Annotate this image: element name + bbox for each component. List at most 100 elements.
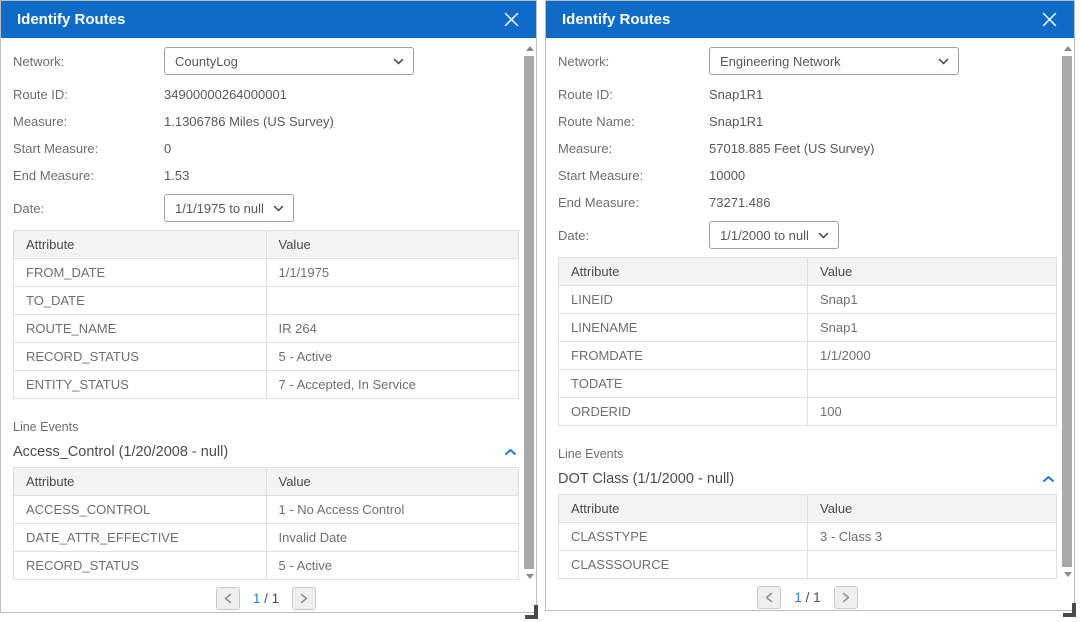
- field-label-start-measure: Start Measure:: [558, 168, 709, 183]
- chevron-down-icon: [818, 232, 829, 239]
- field-label-route-name: Route Name:: [558, 114, 709, 129]
- attribute-cell: TO_DATE: [14, 287, 267, 315]
- attribute-cell: RECORD_STATUS: [14, 343, 267, 371]
- value-cell: Snap1: [808, 314, 1057, 342]
- field-label-date: Date:: [558, 228, 709, 243]
- table-row: RECORD_STATUS5 - Active: [14, 552, 519, 580]
- value-cell: [808, 370, 1057, 398]
- value-cell: IR 264: [266, 315, 519, 343]
- collapse-button[interactable]: [502, 446, 519, 458]
- field-value-route-id: 34900000264000001: [164, 87, 287, 102]
- dialog-content: Network:CountyLogRoute ID:34900000264000…: [1, 38, 536, 610]
- scroll-down-icon[interactable]: [1064, 572, 1072, 577]
- column-header: Attribute: [14, 231, 267, 259]
- scrollbar-thumb[interactable]: [524, 56, 534, 569]
- column-header: Attribute: [559, 495, 808, 523]
- collapse-button[interactable]: [1040, 473, 1057, 485]
- table-row: TODATE: [559, 370, 1057, 398]
- column-header: Attribute: [14, 468, 267, 496]
- chevron-up-icon: [1042, 475, 1055, 483]
- value-cell: [808, 551, 1057, 579]
- value-cell: 3 - Class 3: [808, 523, 1057, 551]
- scroll-down-icon[interactable]: [526, 574, 534, 579]
- field-row-network: Network:Engineering Network: [558, 47, 1057, 75]
- table-row: CLASSTYPE3 - Class 3: [559, 523, 1057, 551]
- dialog-title-bar[interactable]: Identify Routes: [546, 1, 1074, 38]
- table-row: CLASSSOURCE: [559, 551, 1057, 579]
- field-row-route-name: Route Name:Snap1R1: [558, 108, 1057, 135]
- resize-handle[interactable]: [1063, 603, 1076, 617]
- attribute-cell: ORDERID: [559, 398, 808, 426]
- table-row: FROM_DATE1/1/1975: [14, 259, 519, 287]
- table-row: ACCESS_CONTROL1 - No Access Control: [14, 496, 519, 524]
- scrollbar-thumb[interactable]: [1062, 56, 1072, 567]
- field-label-network: Network:: [13, 54, 164, 69]
- field-label-network: Network:: [558, 54, 709, 69]
- pagination: 1 / 1: [558, 586, 1057, 609]
- field-label-date: Date:: [13, 201, 164, 216]
- field-value-measure: 57018.885 Feet (US Survey): [709, 141, 874, 156]
- dialog-title-bar[interactable]: Identify Routes: [1, 1, 536, 38]
- table-row: TO_DATE: [14, 287, 519, 315]
- table-row: FROMDATE1/1/2000: [559, 342, 1057, 370]
- attribute-cell: LINEID: [559, 286, 808, 314]
- network-select[interactable]: CountyLog: [164, 47, 414, 75]
- table-header-row: AttributeValue: [14, 468, 519, 496]
- resize-handle[interactable]: [525, 605, 538, 619]
- network-select[interactable]: Engineering Network: [709, 47, 959, 75]
- scroll-up-icon[interactable]: [1064, 46, 1072, 51]
- table-row: ROUTE_NAMEIR 264: [14, 315, 519, 343]
- previous-page-button[interactable]: [216, 587, 240, 610]
- page-indicator: 1 / 1: [253, 591, 279, 606]
- field-label-end-measure: End Measure:: [13, 168, 164, 183]
- value-cell: 100: [808, 398, 1057, 426]
- field-label-end-measure: End Measure:: [558, 195, 709, 210]
- scrollbar[interactable]: [1062, 41, 1073, 580]
- line-event-section-header: DOT Class (1/1/2000 - null): [558, 470, 1057, 488]
- field-value-end-measure: 73271.486: [709, 195, 770, 210]
- field-value-measure: 1.1306786 Miles (US Survey): [164, 114, 334, 129]
- next-page-button[interactable]: [292, 587, 316, 610]
- previous-page-button[interactable]: [757, 586, 781, 609]
- table-row: ORDERID100: [559, 398, 1057, 426]
- identify-routes-dialog-left: Identify Routes Network:CountyLogRoute I…: [0, 0, 537, 613]
- route-attribute-table: AttributeValueLINEIDSnap1LINENAMESnap1FR…: [558, 257, 1057, 426]
- table-header-row: AttributeValue: [559, 258, 1057, 286]
- field-row-route-id: Route ID:34900000264000001: [13, 81, 519, 108]
- close-button[interactable]: [500, 9, 522, 31]
- line-event-title: Access_Control (1/20/2008 - null): [13, 444, 228, 460]
- column-header: Attribute: [559, 258, 808, 286]
- table-row: RECORD_STATUS5 - Active: [14, 343, 519, 371]
- close-icon: [1041, 11, 1058, 28]
- line-event-attribute-table: AttributeValueCLASSTYPE3 - Class 3CLASSS…: [558, 494, 1057, 579]
- attribute-cell: FROMDATE: [559, 342, 808, 370]
- column-header: Value: [266, 468, 519, 496]
- attribute-cell: TODATE: [559, 370, 808, 398]
- value-cell: Invalid Date: [266, 524, 519, 552]
- line-events-label: Line Events: [13, 420, 519, 434]
- next-page-icon: [300, 593, 308, 604]
- field-row-network: Network:CountyLog: [13, 47, 519, 75]
- field-label-start-measure: Start Measure:: [13, 141, 164, 156]
- attribute-cell: RECORD_STATUS: [14, 552, 267, 580]
- date-select[interactable]: 1/1/2000 to null: [709, 221, 839, 249]
- dialog-title: Identify Routes: [562, 11, 670, 28]
- close-button[interactable]: [1038, 9, 1060, 31]
- next-page-button[interactable]: [834, 586, 858, 609]
- previous-page-icon: [765, 592, 773, 603]
- column-header: Value: [808, 258, 1057, 286]
- date-select[interactable]: 1/1/1975 to null: [164, 194, 294, 222]
- scrollbar[interactable]: [524, 41, 535, 582]
- dialog-title: Identify Routes: [17, 11, 125, 28]
- field-row-measure: Measure:57018.885 Feet (US Survey): [558, 135, 1057, 162]
- value-cell: Snap1: [808, 286, 1057, 314]
- table-row: ENTITY_STATUS7 - Accepted, In Service: [14, 371, 519, 399]
- attribute-cell: ROUTE_NAME: [14, 315, 267, 343]
- field-row-date: Date:1/1/1975 to null: [13, 194, 519, 222]
- field-label-route-id: Route ID:: [13, 87, 164, 102]
- scroll-up-icon[interactable]: [526, 46, 534, 51]
- date-select-value: 1/1/2000 to null: [720, 228, 809, 243]
- pagination: 1 / 1: [13, 587, 519, 610]
- table-header-row: AttributeValue: [559, 495, 1057, 523]
- next-page-icon: [842, 592, 850, 603]
